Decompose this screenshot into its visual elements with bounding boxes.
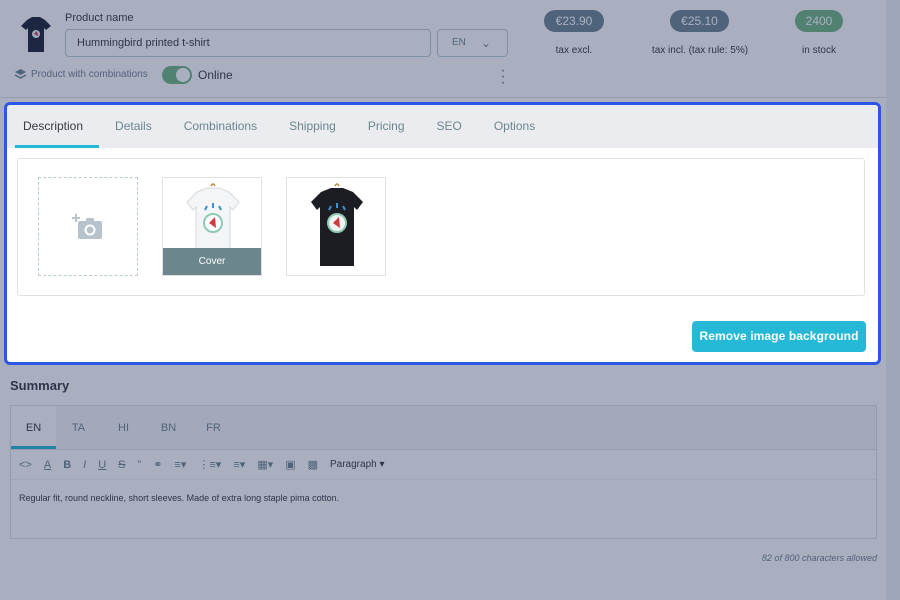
product-tabs: Description Details Combinations Shippin… bbox=[7, 105, 878, 148]
cover-badge: Cover bbox=[163, 248, 261, 275]
tab-combinations[interactable]: Combinations bbox=[176, 105, 273, 148]
black-tshirt-image bbox=[311, 183, 363, 266]
tab-options[interactable]: Options bbox=[486, 105, 551, 148]
highlighted-description-panel: Description Details Combinations Shippin… bbox=[4, 102, 881, 365]
tab-details[interactable]: Details bbox=[107, 105, 168, 148]
product-image-cover[interactable]: Cover bbox=[162, 177, 262, 276]
add-photo-icon bbox=[72, 213, 102, 239]
remove-image-background-button[interactable]: Remove image background bbox=[692, 321, 866, 352]
product-image-2[interactable] bbox=[286, 177, 386, 276]
product-images-area: Cover bbox=[17, 158, 865, 296]
tab-shipping[interactable]: Shipping bbox=[281, 105, 352, 148]
tab-seo[interactable]: SEO bbox=[429, 105, 478, 148]
tab-description[interactable]: Description bbox=[15, 105, 100, 148]
tab-pricing[interactable]: Pricing bbox=[360, 105, 421, 148]
add-image-dropzone[interactable] bbox=[38, 177, 138, 276]
